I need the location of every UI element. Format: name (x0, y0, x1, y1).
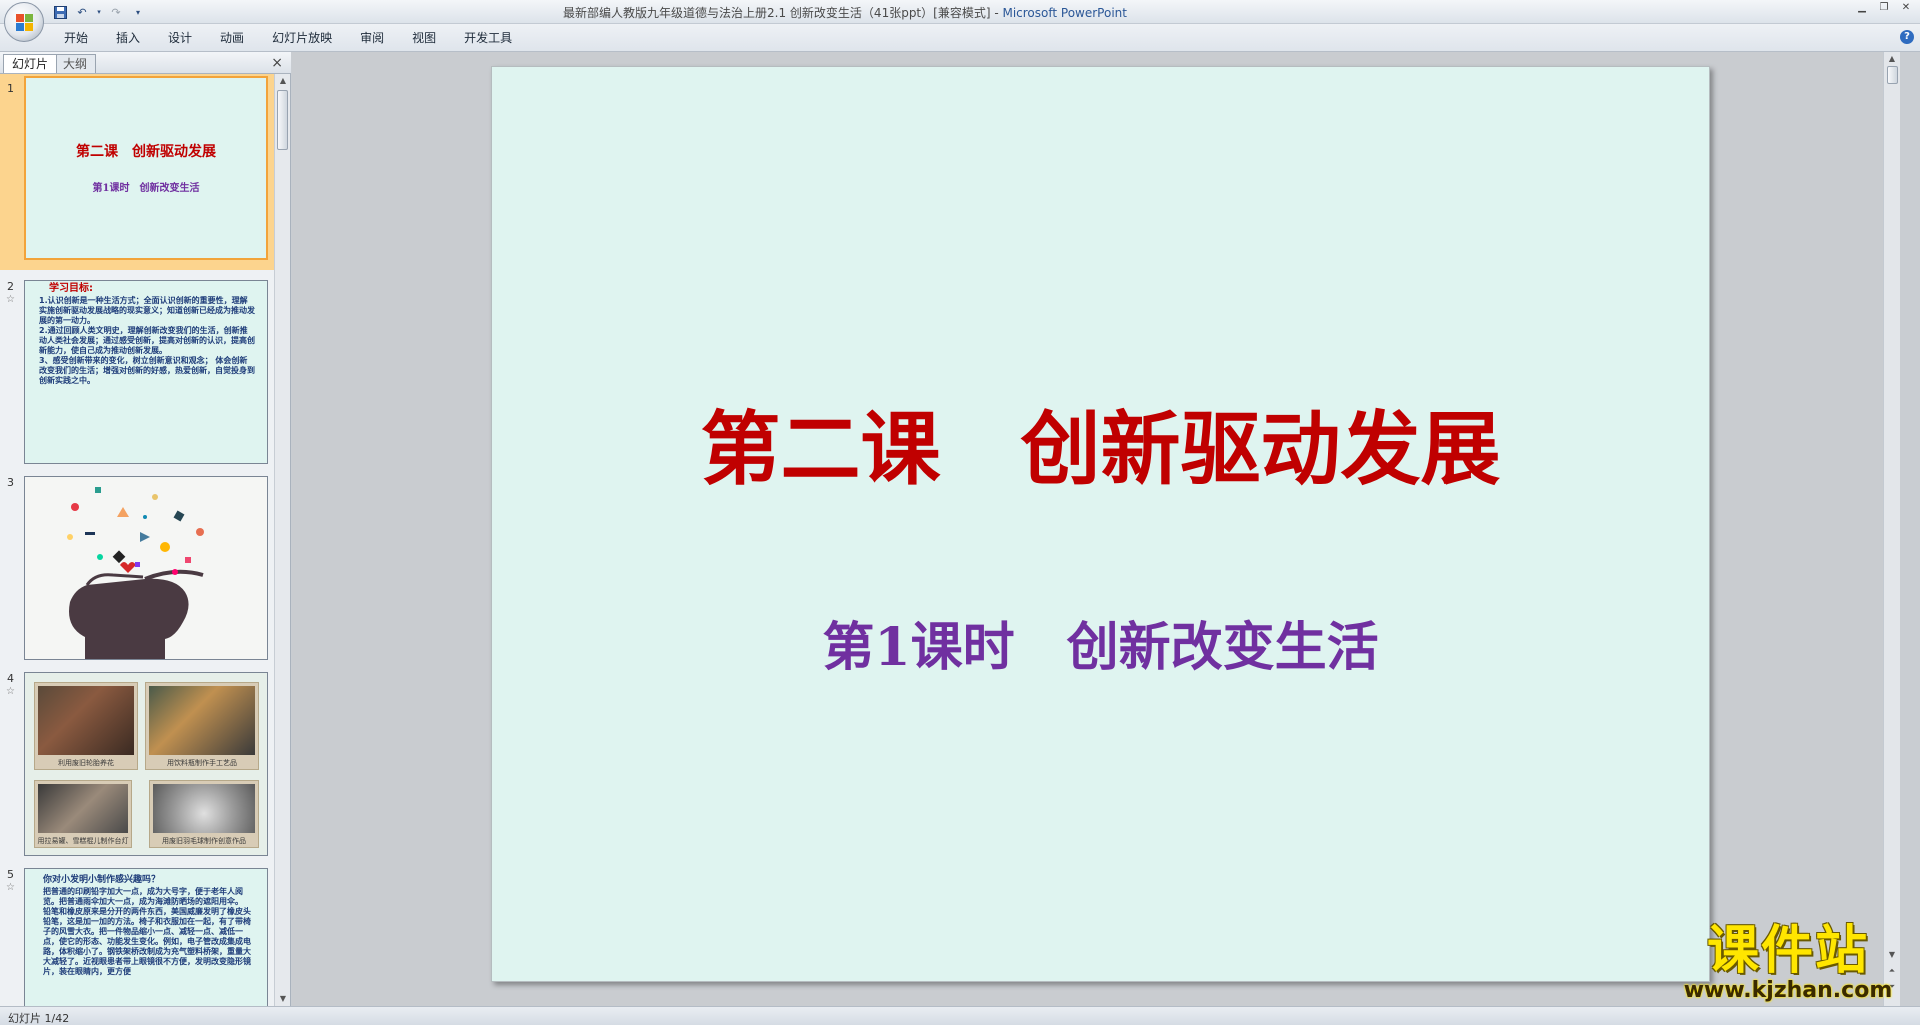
slides-pane: 幻灯片 大纲 × 1 第二课 创新驱动发展 第1课时 创新改变生活 2 ☆ 学习… (0, 52, 291, 1006)
tab-view[interactable]: 视图 (398, 29, 450, 47)
photo-caption: 用饮料瓶制作手工艺品 (167, 759, 237, 767)
tab-developer[interactable]: 开发工具 (450, 29, 526, 47)
slide-number: 4 (7, 672, 14, 685)
slide-thumbnail-3[interactable] (24, 476, 268, 660)
scroll-up-icon[interactable]: ▲ (1884, 52, 1900, 66)
animation-star-icon: ☆ (6, 882, 15, 893)
minimize-icon[interactable]: ▁ (1852, 1, 1872, 15)
thumb-heading: 你对小发明小制作感兴趣吗？ (43, 875, 161, 885)
scroll-thumb[interactable] (1887, 66, 1898, 84)
slide-thumbnail-5[interactable]: 你对小发明小制作感兴趣吗？ 把普通的印刷铅字加大一点，成为大号字，便于老年人阅览… (24, 868, 268, 1006)
slide-thumbnails: 1 第二课 创新驱动发展 第1课时 创新改变生活 2 ☆ 学习目标: 1.认识创… (0, 74, 274, 1006)
slide-title[interactable]: 第二课 创新驱动发展 (492, 385, 1709, 501)
animation-star-icon: ☆ (6, 686, 15, 697)
thumbnail-row[interactable]: 5 ☆ 你对小发明小制作感兴趣吗？ 把普通的印刷铅字加大一点，成为大号字，便于老… (0, 860, 274, 1006)
slide-number: 2 (7, 280, 14, 293)
status-bar: 幻灯片 1/42 (0, 1006, 1920, 1025)
slide-thumbnail-2[interactable]: 学习目标: 1.认识创新是一种生活方式；全面认识创新的重要性，理解实施创新驱动发… (24, 280, 268, 464)
office-logo-icon (16, 14, 34, 32)
thumbnail-row[interactable]: 2 ☆ 学习目标: 1.认识创新是一种生活方式；全面认识创新的重要性，理解实施创… (0, 272, 274, 468)
tab-review[interactable]: 审阅 (346, 29, 398, 47)
animation-star-icon: ☆ (6, 294, 15, 305)
slide-subtitle[interactable]: 第1课时 创新改变生活 (492, 605, 1709, 680)
photo-caption: 用废旧羽毛球制作创意作品 (162, 837, 246, 845)
thumb-photo: 利用废旧轮胎养花 (34, 682, 138, 770)
thumb-text-block: 你对小发明小制作感兴趣吗？ 把普通的印刷铅字加大一点，成为大号字，便于老年人阅览… (25, 869, 267, 977)
thumb-title: 第二课 创新驱动发展 (76, 144, 216, 160)
watermark-url: www.kjzhan.com (1683, 978, 1893, 1003)
thumb-line: 3、感受创新带来的变化，树立创新意识和观念； 体会创新改变我们的生活；增强对创新… (39, 356, 255, 385)
maximize-icon[interactable]: ❐ (1874, 1, 1894, 15)
slide-number: 3 (7, 476, 14, 489)
thumb-line: 铅笔和橡皮原来是分开的两件东西，美国威廉发明了橡皮头铅笔，这是加一加的方法。椅子… (43, 907, 251, 976)
title-bar: ↶ ▾ ↷ ▾ 最新部编人教版九年级道德与法治上册2.1 创新改变生活（41张p… (0, 0, 1920, 24)
close-pane-icon[interactable]: × (271, 55, 283, 71)
slide-editor: 第二课 创新驱动发展 第1课时 创新改变生活 ▲ ▼ ⏶ ⏷ (292, 52, 1900, 1006)
thumb-text-block: 学习目标: 1.认识创新是一种生活方式；全面认识创新的重要性，理解实施创新驱动发… (25, 281, 267, 386)
help-icon[interactable]: ? (1900, 30, 1914, 44)
photo-caption: 用拉易罐、雪糕棍儿制作台灯 (37, 837, 129, 845)
close-icon[interactable]: ✕ (1896, 1, 1916, 15)
tab-animations[interactable]: 动画 (206, 29, 258, 47)
office-button[interactable] (4, 2, 44, 42)
ribbon: 开始 插入 设计 动画 幻灯片放映 审阅 视图 开发工具 ? (0, 24, 1920, 52)
app-name: Microsoft PowerPoint (1002, 6, 1127, 20)
tab-outline[interactable]: 大纲 (54, 54, 97, 73)
thumb-line: 1.认识创新是一种生活方式；全面认识创新的重要性，理解实施创新驱动发展战略的现实… (39, 296, 255, 325)
tab-slides[interactable]: 幻灯片 (3, 54, 58, 73)
ribbon-tabs: 开始 插入 设计 动画 幻灯片放映 审阅 视图 开发工具 (50, 29, 526, 47)
scroll-up-icon[interactable]: ▲ (275, 74, 291, 88)
photo-caption: 利用废旧轮胎养花 (58, 759, 114, 767)
tab-insert[interactable]: 插入 (102, 29, 154, 47)
thumbnail-row[interactable]: 4 ☆ 利用废旧轮胎养花 用饮料瓶制作手工艺品 用拉易罐、雪糕棍儿制作台灯 用废 (0, 664, 274, 860)
window-title: 最新部编人教版九年级道德与法治上册2.1 创新改变生活（41张ppt）[兼容模式… (0, 4, 1690, 21)
tab-home[interactable]: 开始 (50, 29, 102, 47)
slide-number: 1 (7, 82, 14, 95)
thumb-line: 把普通的印刷铅字加大一点，成为大号字，便于老年人阅览。把普通雨伞加大一点，成为海… (43, 887, 243, 906)
thumb-photo: 用饮料瓶制作手工艺品 (145, 682, 259, 770)
thumbnail-row[interactable]: 1 第二课 创新驱动发展 第1课时 创新改变生活 (0, 74, 274, 270)
watermark-logo: 课件站 www.kjzhan.com (1670, 922, 1906, 1006)
thumbnail-scrollbar[interactable]: ▲ ▼ (274, 74, 290, 1006)
slide-number: 5 (7, 868, 14, 881)
document-title: 最新部编人教版九年级道德与法治上册2.1 创新改变生活（41张ppt）[兼容模式… (563, 6, 1003, 20)
tab-slideshow[interactable]: 幻灯片放映 (258, 29, 346, 47)
watermark-text: 课件站 (1706, 921, 1869, 981)
thumb-heading: 学习目标: (49, 283, 93, 294)
thumb-photo: 用废旧羽毛球制作创意作品 (149, 780, 259, 848)
thumbnail-row[interactable]: 3 (0, 468, 274, 664)
tab-design[interactable]: 设计 (154, 29, 206, 47)
window-controls: ▁ ❐ ✕ (1852, 1, 1916, 15)
current-slide[interactable]: 第二课 创新驱动发展 第1课时 创新改变生活 (491, 66, 1710, 982)
pane-tabs: 幻灯片 大纲 × (0, 52, 291, 74)
slide-thumbnail-1[interactable]: 第二课 创新驱动发展 第1课时 创新改变生活 (24, 76, 268, 260)
scroll-thumb[interactable] (277, 90, 288, 150)
thumb-line: 2.通过回顾人类文明史，理解创新改变我们的生活，创新推动人类社会发展；通过感受创… (39, 326, 255, 355)
scroll-down-icon[interactable]: ▼ (275, 992, 291, 1006)
open-head-illustration (67, 487, 204, 659)
slide-thumbnail-4[interactable]: 利用废旧轮胎养花 用饮料瓶制作手工艺品 用拉易罐、雪糕棍儿制作台灯 用废旧羽毛球… (24, 672, 268, 856)
thumb-subtitle: 第1课时 创新改变生活 (92, 183, 200, 194)
thumb-photo: 用拉易罐、雪糕棍儿制作台灯 (34, 780, 132, 848)
slide-scrollbar[interactable]: ▲ ▼ ⏶ ⏷ (1883, 52, 1900, 1006)
slide-counter: 幻灯片 1/42 (8, 1012, 70, 1025)
